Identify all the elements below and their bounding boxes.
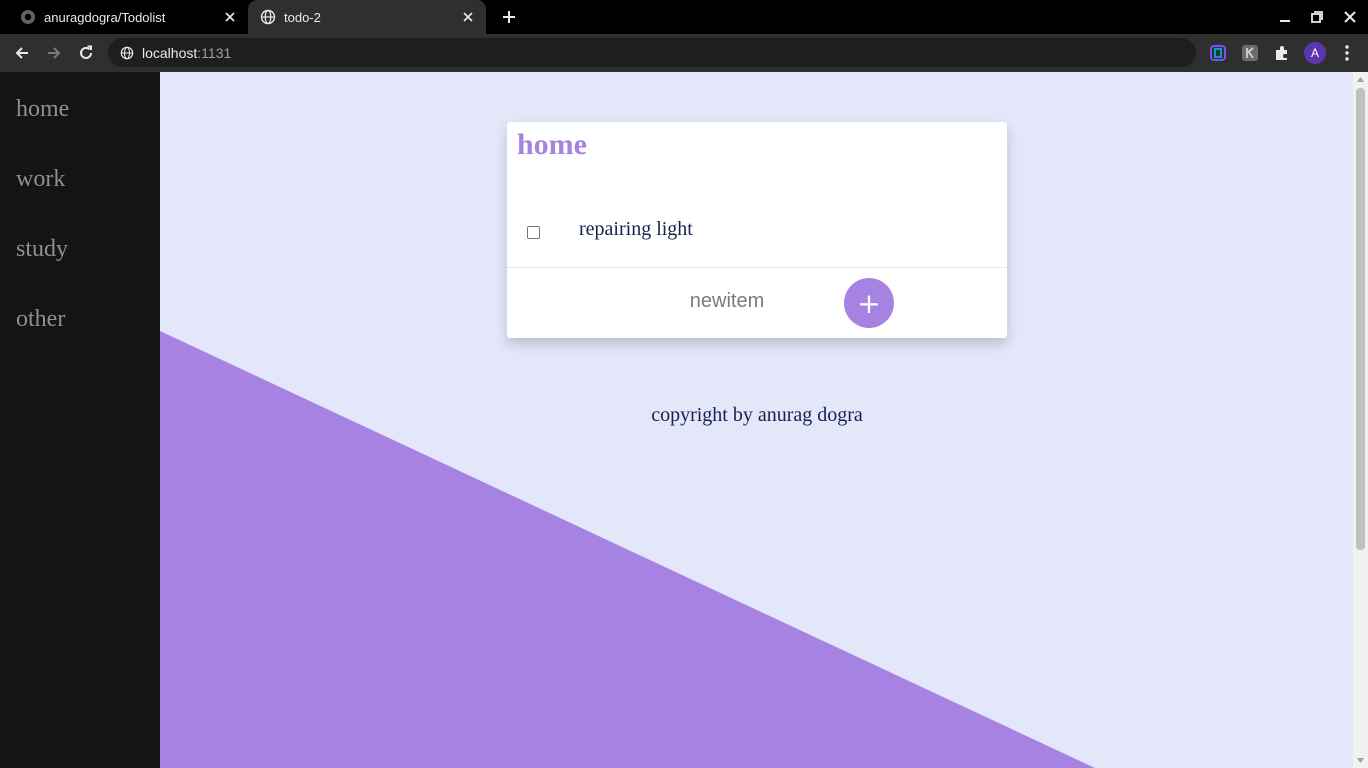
url-host: localhost — [142, 44, 198, 61]
extensions-puzzle-icon[interactable] — [1271, 42, 1293, 64]
menu-dots-icon[interactable] — [1336, 42, 1358, 64]
tab-github[interactable]: anuragdogra/Todolist — [8, 0, 248, 34]
add-item-button[interactable]: + — [844, 278, 894, 328]
item-checkbox[interactable] — [527, 226, 540, 239]
sidebar-item-study[interactable]: study — [16, 236, 68, 263]
tab-strip: anuragdogra/Todolist todo-2 — [0, 0, 1368, 34]
extension-colorful-icon[interactable] — [1207, 42, 1229, 64]
site-info-icon[interactable] — [120, 46, 134, 60]
minimize-icon[interactable] — [1268, 0, 1302, 34]
item-text: repairing light — [579, 218, 693, 240]
github-icon — [20, 9, 36, 25]
scroll-up-icon[interactable] — [1356, 75, 1365, 84]
sidebar-item-work[interactable]: work — [16, 166, 65, 193]
forward-icon[interactable] — [40, 39, 68, 67]
globe-icon — [260, 9, 276, 25]
back-icon[interactable] — [8, 39, 36, 67]
new-item-input[interactable] — [627, 288, 827, 314]
tab-title: anuragdogra/Todolist — [44, 9, 166, 25]
divider — [507, 267, 1007, 268]
close-tab-icon[interactable] — [222, 9, 238, 25]
scrollbar-thumb[interactable] — [1356, 88, 1365, 550]
profile-avatar[interactable]: A — [1304, 42, 1326, 64]
reload-icon[interactable] — [72, 39, 100, 67]
sidebar: home work study other — [0, 72, 160, 768]
tab-todo-2[interactable]: todo-2 — [248, 0, 486, 34]
list-item: repairing light — [507, 210, 1007, 250]
browser-toolbar: localhost:1131 A — [0, 34, 1368, 72]
close-tab-icon[interactable] — [460, 9, 476, 25]
tab-title: todo-2 — [284, 9, 321, 25]
extension-k-icon[interactable] — [1239, 42, 1261, 64]
main-content: home repairing light + copyright by anur… — [160, 72, 1353, 768]
scrollbar[interactable] — [1353, 72, 1368, 768]
sidebar-item-home[interactable]: home — [16, 96, 69, 123]
url-port: :1131 — [197, 44, 232, 61]
list-title: home — [517, 128, 587, 161]
sidebar-item-other[interactable]: other — [16, 306, 65, 333]
new-tab-icon[interactable] — [498, 6, 520, 28]
restore-icon[interactable] — [1300, 0, 1334, 34]
address-bar[interactable]: localhost:1131 — [108, 38, 1196, 67]
page-viewport: home work study other home repairing lig… — [0, 72, 1368, 768]
footer-copyright: copyright by anurag dogra — [651, 404, 863, 426]
close-window-icon[interactable] — [1333, 0, 1367, 34]
todo-card: home repairing light + — [507, 122, 1007, 338]
scroll-down-icon[interactable] — [1356, 756, 1365, 765]
